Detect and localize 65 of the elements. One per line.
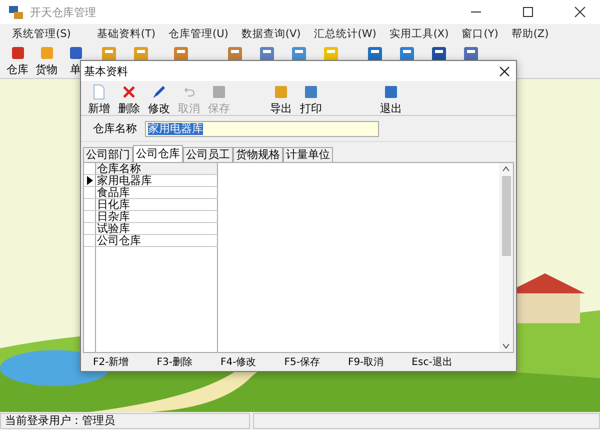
close-icon[interactable] — [499, 66, 510, 76]
shortcut-hint: F4-修改 — [220, 356, 256, 369]
menu-item[interactable]: 汇总统计(W) — [314, 26, 376, 40]
window-title: 开天仓库管理 — [30, 4, 96, 20]
toolbar-icon[interactable] — [100, 46, 118, 62]
toolbar-icon[interactable] — [430, 46, 448, 62]
tab[interactable]: 货物规格 — [233, 147, 283, 162]
scroll-up-icon[interactable] — [502, 166, 510, 172]
toolbar-button[interactable]: 打印 — [296, 81, 326, 116]
toolbar-icon — [383, 84, 399, 100]
toolbar-icon — [273, 84, 289, 100]
column-header[interactable]: 仓库名称 — [96, 163, 218, 175]
toolbar-icon — [121, 84, 137, 100]
toolbar-button[interactable]: 导出 — [266, 81, 296, 116]
toolbar-icon[interactable] — [462, 46, 480, 62]
table-cell[interactable]: 试验库 — [96, 223, 218, 235]
toolbar-icon[interactable] — [398, 46, 416, 62]
tab[interactable]: 公司仓库 — [133, 145, 183, 162]
tab[interactable]: 公司部门 — [83, 147, 133, 162]
close-icon[interactable] — [574, 6, 586, 18]
tab[interactable]: 公司员工 — [183, 147, 233, 162]
menu-item[interactable]: 仓库管理(U) — [168, 26, 228, 40]
toolbar-button[interactable]: 货物 — [32, 43, 61, 79]
toolbar-icon — [91, 84, 107, 100]
menu-item[interactable]: 系统管理(S) — [12, 26, 71, 40]
table-cell[interactable]: 家用电器库 — [96, 175, 218, 187]
shortcut-hint: F5-保存 — [284, 356, 320, 369]
table-cell[interactable]: 食品库 — [96, 187, 218, 199]
menu-item[interactable]: 实用工具(X) — [389, 26, 449, 40]
toolbar-icon — [303, 84, 319, 100]
maximize-icon[interactable] — [522, 6, 534, 18]
toolbar-icon[interactable] — [290, 46, 308, 62]
toolbar-button[interactable]: 退出 — [376, 81, 406, 116]
dialog-title: 基本资料 — [84, 64, 128, 78]
menu-item[interactable]: 窗口(Y) — [462, 26, 498, 40]
toolbar-button[interactable]: 仓库 — [3, 43, 32, 79]
toolbar-icon — [151, 84, 167, 100]
toolbar-icon[interactable] — [226, 46, 244, 62]
toolbar-icon[interactable] — [366, 46, 384, 62]
toolbar-icon[interactable] — [322, 46, 340, 62]
shortcut-hint: F2-新增 — [93, 356, 129, 369]
tab[interactable]: 计量单位 — [283, 147, 333, 162]
toolbar-button[interactable]: 新增 — [84, 81, 114, 116]
toolbar-button[interactable]: 删除 — [114, 81, 144, 116]
toolbar-icon[interactable] — [172, 46, 190, 62]
shortcut-hint: F9-取消 — [348, 356, 384, 369]
shortcut-hint: Esc-退出 — [412, 356, 452, 369]
menu-item[interactable]: 基础资料(T) — [96, 26, 156, 40]
table-cell[interactable]: 日杂库 — [96, 211, 218, 223]
menu-item[interactable]: 数据查询(V) — [241, 26, 301, 40]
menu-item[interactable]: 帮助(Z) — [511, 26, 549, 40]
toolbar-icon[interactable] — [132, 46, 150, 62]
scroll-down-icon[interactable] — [502, 343, 510, 349]
scrollbar[interactable] — [499, 163, 513, 352]
toolbar-icon[interactable] — [258, 46, 276, 62]
app-icon — [8, 4, 24, 20]
table-cell[interactable]: 公司仓库 — [96, 235, 218, 247]
shortcut-hint: F3-删除 — [156, 356, 192, 369]
scrollbar-thumb[interactable] — [502, 176, 510, 256]
toolbar-button[interactable]: 修改 — [144, 81, 174, 116]
field-label: 仓库名称 — [93, 121, 137, 136]
status-user: 当前登录用户：管理员 — [0, 413, 250, 429]
toolbar-icon — [211, 84, 227, 100]
table-cell[interactable]: 日化库 — [96, 199, 218, 211]
warehouse-name-field[interactable]: 家用电器库 — [145, 120, 379, 136]
